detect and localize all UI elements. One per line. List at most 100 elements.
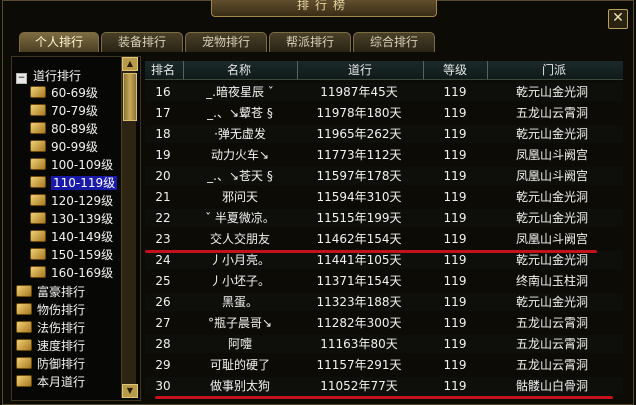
tree-item-label: 80-89级 bbox=[51, 122, 98, 136]
window-title: 排行榜 bbox=[211, 0, 437, 17]
header-rank[interactable]: 排名 bbox=[145, 61, 181, 79]
name-cell: 动力火车↘ bbox=[210, 148, 270, 162]
tree-root-label: 道行排行 bbox=[33, 69, 82, 83]
name-cell: 黑蛋。 bbox=[221, 295, 258, 309]
book-icon bbox=[16, 321, 32, 333]
close-icon[interactable]: ✕ bbox=[608, 9, 628, 29]
score-cell: 11323年188天 bbox=[316, 295, 402, 309]
score-cell: 11978年180天 bbox=[316, 106, 402, 120]
table-row[interactable]: 24 丿小月亮。 11441年105天 119 乾元山金光洞 bbox=[145, 251, 623, 269]
table-row[interactable]: 29 可耻的硬了 11157年291天 119 五龙山云霄洞 bbox=[145, 356, 623, 374]
tab-overall[interactable]: 综合排行 bbox=[353, 32, 435, 52]
name-cell: 阿嚏 bbox=[227, 337, 252, 351]
score-cell: 11163年80天 bbox=[320, 337, 398, 351]
tree-item-label: 140-149级 bbox=[51, 230, 114, 244]
score-cell: 11594年310天 bbox=[316, 190, 402, 204]
rank-cell: 19 bbox=[155, 148, 171, 162]
tree-item-label: 本月道行 bbox=[37, 375, 86, 389]
book-icon bbox=[30, 248, 46, 260]
level-cell: 119 bbox=[443, 232, 467, 246]
score-cell: 11987年45天 bbox=[320, 85, 398, 99]
tree-item-90-99[interactable]: 90-99级 bbox=[30, 138, 98, 156]
tree-item-70-79[interactable]: 70-79级 bbox=[30, 102, 98, 120]
tree-item-120-129[interactable]: 120-129级 bbox=[30, 192, 113, 210]
table-row[interactable]: 27 °瓶子晨哥↘ 11282年300天 119 五龙山云霄洞 bbox=[145, 314, 623, 332]
rank-cell: 21 bbox=[155, 190, 171, 204]
faction-cell: 五龙山云霄洞 bbox=[515, 106, 588, 120]
tree-item-monthly[interactable]: 本月道行 bbox=[16, 373, 85, 391]
tree-root-daoheng[interactable]: − 道行排行 bbox=[16, 67, 81, 85]
rank-cell: 27 bbox=[155, 316, 171, 330]
tree-item-label: 130-139级 bbox=[51, 212, 114, 226]
name-cell: 交人交朋友 bbox=[209, 232, 270, 246]
tab-equipment[interactable]: 装备排行 bbox=[101, 32, 183, 52]
ranking-table: 排名 名称 道行 等级 门派 16 _.暗夜星辰 ˇ 11987年45天 119 乾元山… bbox=[145, 61, 623, 401]
table-row[interactable]: 19 动力火车↘ 11773年112天 119 凤凰山斗阙宫 bbox=[145, 146, 623, 164]
header-faction[interactable]: 门派 bbox=[487, 61, 620, 79]
header-score[interactable]: 道行 bbox=[297, 61, 422, 79]
score-cell: 11965年262天 bbox=[316, 127, 402, 141]
tab-guilds[interactable]: 帮派排行 bbox=[269, 32, 351, 52]
rank-cell: 25 bbox=[155, 274, 171, 288]
tree-scrollbar[interactable]: ▲ ▼ bbox=[121, 57, 138, 398]
header-name[interactable]: 名称 bbox=[183, 61, 294, 79]
level-cell: 119 bbox=[443, 190, 467, 204]
scroll-down-icon[interactable]: ▼ bbox=[122, 384, 138, 398]
book-icon bbox=[30, 212, 46, 224]
table-row[interactable]: 18 ·弹无虚发 11965年262天 119 乾元山金光洞 bbox=[145, 125, 623, 143]
tree-item-label: 160-169级 bbox=[51, 266, 114, 280]
table-row[interactable]: 20 _.、↘苍天 § 11597年178天 119 凤凰山斗阙宫 bbox=[145, 167, 623, 185]
rank-cell: 30 bbox=[155, 379, 171, 393]
highlight-underline bbox=[145, 250, 597, 253]
book-icon bbox=[16, 303, 32, 315]
tree-item-80-89[interactable]: 80-89级 bbox=[30, 120, 98, 138]
collapse-icon[interactable]: − bbox=[16, 73, 27, 84]
rank-cell: 16 bbox=[155, 85, 171, 99]
table-row[interactable]: 16 _.暗夜星辰 ˇ 11987年45天 119 乾元山金光洞 bbox=[145, 83, 623, 101]
faction-cell: 五龙山云霄洞 bbox=[515, 358, 588, 372]
tree-item-140-149[interactable]: 140-149级 bbox=[30, 228, 113, 246]
table-row[interactable]: 21 邪问天 11594年310天 119 乾元山金光洞 bbox=[145, 188, 623, 206]
tree-item-speed[interactable]: 速度排行 bbox=[16, 337, 85, 355]
tree-item-100-109[interactable]: 100-109级 bbox=[30, 156, 113, 174]
tree-item-label: 防御排行 bbox=[37, 357, 86, 371]
tree-item-150-159[interactable]: 150-159级 bbox=[30, 246, 113, 264]
tab-pets[interactable]: 宠物排行 bbox=[185, 32, 267, 52]
level-cell: 119 bbox=[443, 316, 467, 330]
tree-item-160-169[interactable]: 160-169级 bbox=[30, 264, 113, 282]
header-level[interactable]: 等级 bbox=[423, 61, 486, 79]
rank-cell: 23 bbox=[155, 232, 171, 246]
faction-cell: 乾元山金光洞 bbox=[515, 253, 588, 267]
table-row[interactable]: 26 黑蛋。 11323年188天 119 乾元山金光洞 bbox=[145, 293, 623, 311]
name-cell: ˇ 半夏微凉。 bbox=[205, 211, 275, 225]
tree-item-label: 120-129级 bbox=[51, 194, 114, 208]
table-row[interactable]: 25 丿小坯子。 11371年154天 119 终南山玉柱洞 bbox=[145, 272, 623, 290]
table-row[interactable]: 30 做事别太狗 11052年77天 119 骷髅山白骨洞 bbox=[145, 377, 623, 395]
book-icon bbox=[30, 158, 46, 170]
table-row[interactable]: 17 _.、↘颦苍 § 11978年180天 119 五龙山云霄洞 bbox=[145, 104, 623, 122]
faction-cell: 骷髅山白骨洞 bbox=[515, 379, 588, 393]
level-cell: 119 bbox=[443, 337, 467, 351]
faction-cell: 乾元山金光洞 bbox=[515, 211, 588, 225]
tree-item-label: 110-119级 bbox=[51, 176, 118, 190]
tab-personal[interactable]: 个人排行 bbox=[19, 32, 99, 52]
score-cell: 11773年112天 bbox=[316, 148, 402, 162]
tree-item-magic[interactable]: 法伤排行 bbox=[16, 319, 85, 337]
table-row[interactable]: 28 阿嚏 11163年80天 119 五龙山云霄洞 bbox=[145, 335, 623, 353]
name-cell: °瓶子晨哥↘ bbox=[207, 316, 273, 330]
scroll-thumb[interactable] bbox=[123, 73, 137, 121]
level-cell: 119 bbox=[443, 148, 467, 162]
table-row[interactable]: 22 ˇ 半夏微凉。 11515年199天 119 乾元山金光洞 bbox=[145, 209, 623, 227]
tree-item-defense[interactable]: 防御排行 bbox=[16, 355, 85, 373]
table-row[interactable]: 23 交人交朋友 11462年154天 119 凤凰山斗阙宫 bbox=[145, 230, 623, 248]
tree-item-110-119[interactable]: 110-119级 bbox=[30, 174, 118, 192]
tree-item-physical[interactable]: 物伤排行 bbox=[16, 301, 85, 319]
level-cell: 119 bbox=[443, 85, 467, 99]
tree-item-60-69[interactable]: 60-69级 bbox=[30, 84, 98, 102]
tree-item-130-139[interactable]: 130-139级 bbox=[30, 210, 113, 228]
book-icon bbox=[30, 230, 46, 242]
name-cell: 做事别太狗 bbox=[209, 379, 270, 393]
scroll-up-icon[interactable]: ▲ bbox=[122, 57, 138, 71]
book-icon bbox=[30, 140, 46, 152]
tree-item-wealth[interactable]: 富豪排行 bbox=[16, 283, 85, 301]
